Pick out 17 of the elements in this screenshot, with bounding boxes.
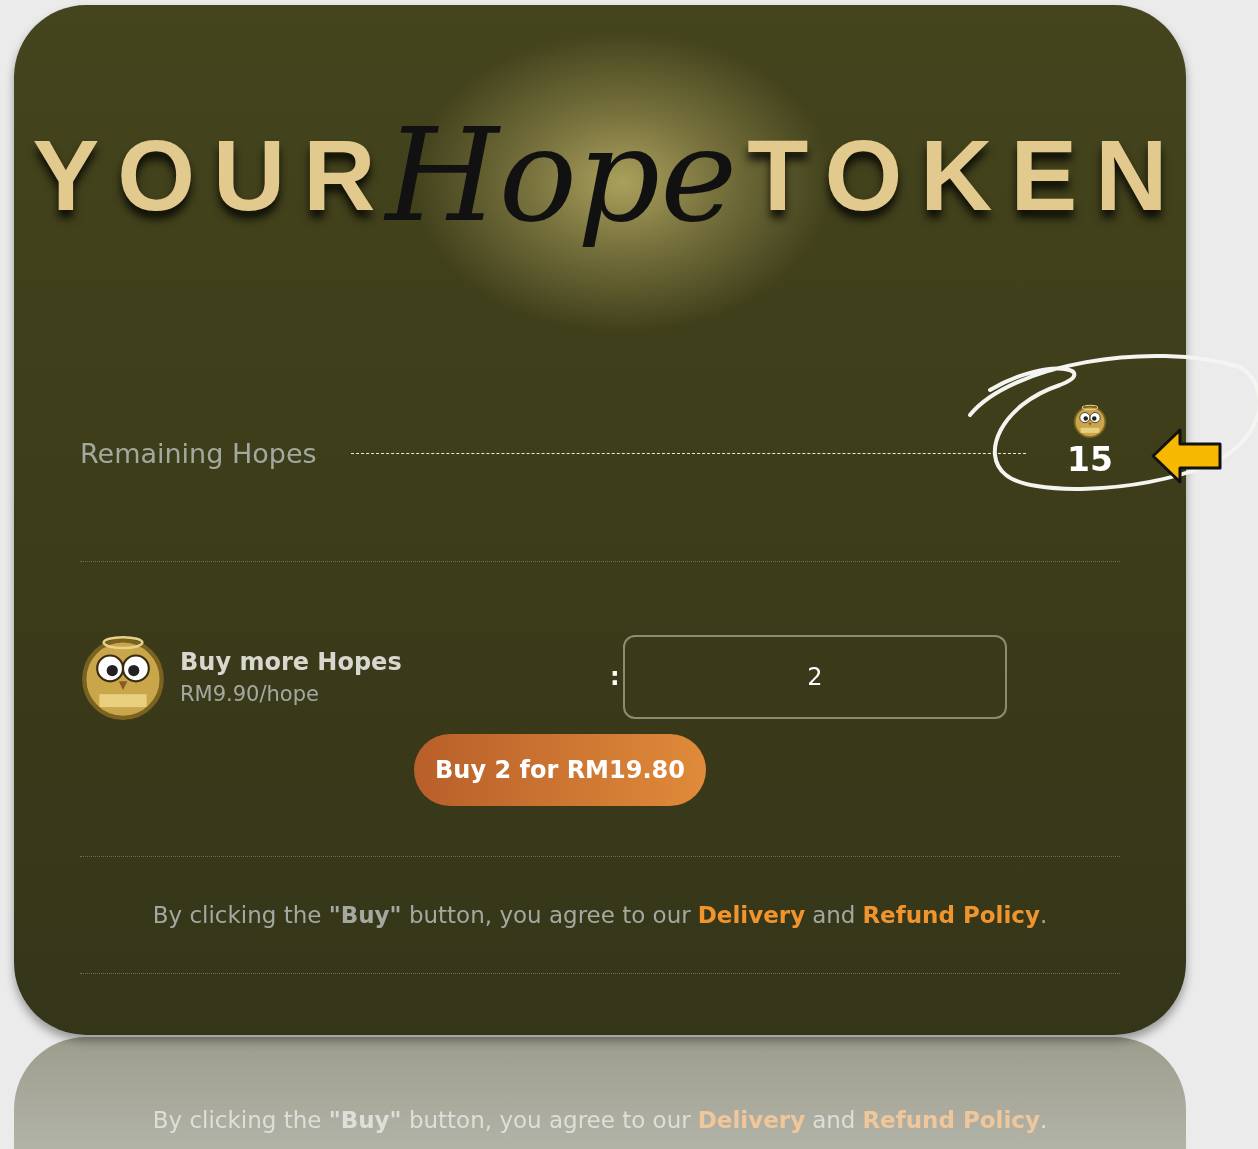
refund-policy-link[interactable]: Refund Policy <box>862 902 1040 928</box>
terms-text: By clicking the "Buy" button, you agree to our Delivery and Refund Policy. <box>151 901 1049 930</box>
quantity-field[interactable]: 2 <box>623 635 1007 719</box>
reflection-text: By clicking the "Buy" button, you agree to our Delivery and Refund Policy. <box>152 1107 1048 1133</box>
separator-text: : <box>610 663 621 691</box>
owl-icon <box>80 634 166 720</box>
purchase-title: Buy more Hopes <box>180 648 403 676</box>
reflection-word: Refund Policy <box>862 1107 1040 1133</box>
price-text: RM9.90/hope <box>180 682 320 706</box>
title-right: TOKEN <box>747 117 1186 233</box>
delivery-link[interactable]: Delivery <box>697 902 806 928</box>
buy-button[interactable]: Buy 2 for RM19.80 <box>414 734 706 806</box>
balance-value: 15 <box>1067 439 1113 479</box>
arrow-icon <box>1150 427 1224 485</box>
balance-label: Remaining Hopes <box>80 437 317 469</box>
owl-icon <box>1073 403 1107 438</box>
reflection-word: Delivery <box>697 1107 806 1133</box>
